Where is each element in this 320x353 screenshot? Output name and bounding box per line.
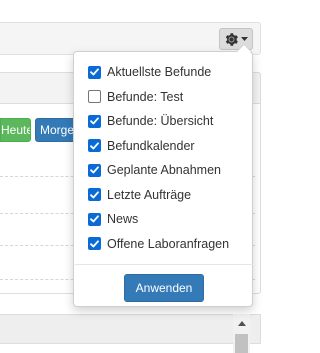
checkmark-icon <box>90 142 99 150</box>
screen: Heute Morgen Aktuellste Befunde Befunde: … <box>0 0 293 353</box>
checkmark-icon <box>90 166 99 174</box>
tomorrow-button[interactable]: Morgen <box>35 118 75 142</box>
menu-item-label: Befundkalender <box>107 138 195 153</box>
widget-checkbox-list: Aktuellste Befunde Befunde: Test Befunde: … <box>74 60 252 256</box>
checkmark-icon <box>90 215 99 223</box>
apply-button[interactable]: Anwenden <box>124 274 204 302</box>
menu-item-label: Befunde: Test <box>107 89 184 104</box>
menu-item[interactable]: Letzte Aufträge <box>74 183 252 208</box>
checkbox[interactable] <box>88 90 101 104</box>
checkbox[interactable] <box>88 65 101 79</box>
today-button[interactable]: Heute <box>0 118 31 142</box>
menu-item[interactable]: Aktuellste Befunde <box>74 60 252 85</box>
checkmark-icon <box>90 68 99 76</box>
menu-item[interactable]: Geplante Abnahmen <box>74 158 252 183</box>
checkmark-icon <box>90 240 99 248</box>
menu-item[interactable]: Befundkalender <box>74 134 252 159</box>
checkmark-icon <box>90 117 99 125</box>
menu-item-label: Letzte Aufträge <box>107 187 192 202</box>
checkbox[interactable] <box>88 139 101 153</box>
menu-divider <box>75 264 253 265</box>
menu-item[interactable]: News <box>74 207 252 232</box>
checkbox[interactable] <box>88 163 101 177</box>
menu-item[interactable]: Befunde: Übersicht <box>74 109 252 134</box>
checkbox[interactable] <box>88 212 101 226</box>
checkmark-icon <box>90 191 99 199</box>
caret-down-icon <box>240 37 248 41</box>
scroll-thumb[interactable] <box>235 334 248 353</box>
widget-selection-menu: Aktuellste Befunde Befunde: Test Befunde: … <box>73 44 253 307</box>
menu-item-label: Aktuellste Befunde <box>107 65 212 80</box>
menu-item[interactable]: Befunde: Test <box>74 85 252 110</box>
table-header-bar <box>0 314 261 344</box>
menu-item-label: Befunde: Übersicht <box>107 114 214 129</box>
menu-item[interactable]: Offene Laboranfragen <box>74 232 252 257</box>
scrollbar[interactable] <box>233 314 250 353</box>
menu-item-label: Offene Laboranfragen <box>107 236 230 251</box>
menu-item-label: Geplante Abnahmen <box>107 163 221 178</box>
checkbox[interactable] <box>88 114 101 128</box>
menu-item-label: News <box>107 212 139 227</box>
checkbox[interactable] <box>88 188 101 202</box>
checkbox[interactable] <box>88 237 101 251</box>
scroll-up-arrow-icon[interactable] <box>233 316 250 330</box>
